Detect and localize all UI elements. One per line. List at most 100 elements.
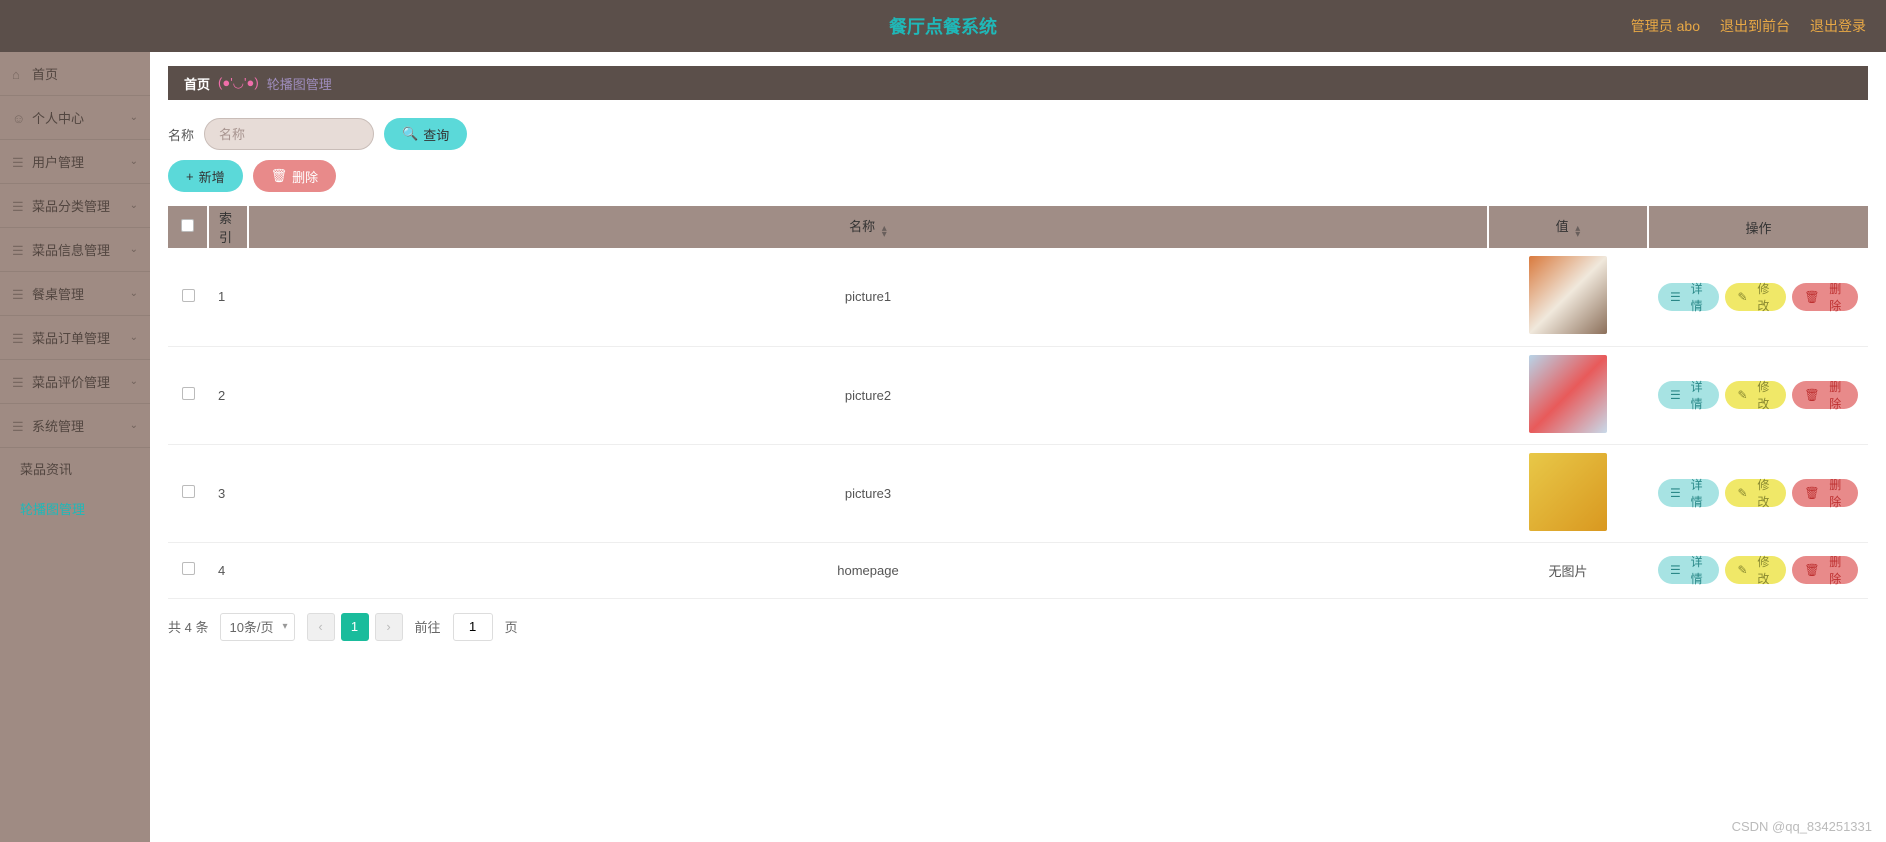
chevron-down-icon: ⌄ <box>130 156 138 167</box>
chevron-down-icon: ⌄ <box>130 288 138 299</box>
edit-button[interactable]: ✎ 修改 <box>1725 556 1786 584</box>
plus-icon: + <box>186 169 194 184</box>
category-icon: ☰ <box>12 199 26 213</box>
sidebar-item-table[interactable]: ☰餐桌管理 ⌄ <box>0 272 150 316</box>
detail-button[interactable]: ☰ 详情 <box>1658 283 1719 311</box>
row-value <box>1488 248 1648 346</box>
breadcrumb-home[interactable]: 首页 <box>184 74 210 93</box>
chevron-down-icon: ⌄ <box>130 244 138 255</box>
breadcrumb: 首页 (●'◡'●) 轮播图管理 <box>168 66 1868 100</box>
col-header-name[interactable]: 名称 ▴▾ <box>248 206 1488 248</box>
edit-icon: ✎ <box>1737 290 1747 304</box>
dish-icon: ☰ <box>12 243 26 257</box>
search-toolbar: 名称 🔍 查询 <box>150 100 1886 160</box>
data-table: 索引 名称 ▴▾ 值 ▴▾ 操作 1 picture1 <box>168 206 1868 599</box>
delete-button[interactable]: 🗑 删除 <box>1792 556 1858 584</box>
delete-button[interactable]: 🗑 删除 <box>1792 381 1858 409</box>
add-button[interactable]: + 新增 <box>168 160 243 192</box>
detail-button[interactable]: ☰ 详情 <box>1658 556 1719 584</box>
sidebar-item-review[interactable]: ☰菜品评价管理 ⌄ <box>0 360 150 404</box>
edit-icon: ✎ <box>1737 563 1747 577</box>
pager: ‹ 1 › <box>307 613 403 641</box>
row-name: homepage <box>248 542 1488 598</box>
row-checkbox[interactable] <box>182 562 195 575</box>
chevron-down-icon: ⌄ <box>130 200 138 211</box>
detail-button[interactable]: ☰ 详情 <box>1658 381 1719 409</box>
main-content: 首页 (●'◡'●) 轮播图管理 名称 🔍 查询 + 新增 🗑 删除 <box>150 52 1886 842</box>
breadcrumb-separator: (●'◡'●) <box>218 75 259 91</box>
sidebar-subitem-news[interactable]: 菜品资讯 <box>0 448 150 488</box>
row-index: 3 <box>208 444 248 542</box>
select-all-checkbox[interactable] <box>181 219 194 232</box>
bulk-delete-button[interactable]: 🗑 删除 <box>253 160 337 192</box>
sidebar-item-system[interactable]: ☰系统管理 ⌄ <box>0 404 150 448</box>
app-title: 餐厅点餐系统 <box>889 13 997 39</box>
sidebar-item-profile[interactable]: ☺个人中心 ⌄ <box>0 96 150 140</box>
search-label: 名称 <box>168 125 194 144</box>
goto-suffix: 页 <box>505 617 518 636</box>
delete-button[interactable]: 🗑 删除 <box>1792 479 1858 507</box>
sidebar-subitem-carousel[interactable]: 轮播图管理 <box>0 488 150 528</box>
logout-link[interactable]: 退出登录 <box>1810 16 1866 36</box>
page-number-button[interactable]: 1 <box>341 613 369 641</box>
sidebar-item-home[interactable]: ⌂首页 <box>0 52 150 96</box>
edit-icon: ✎ <box>1737 486 1747 500</box>
edit-button[interactable]: ✎ 修改 <box>1725 381 1786 409</box>
row-name: picture1 <box>248 248 1488 346</box>
chevron-down-icon: ⌄ <box>130 376 138 387</box>
row-value <box>1488 444 1648 542</box>
exit-front-link[interactable]: 退出到前台 <box>1720 16 1790 36</box>
sidebar-item-order[interactable]: ☰菜品订单管理 ⌄ <box>0 316 150 360</box>
trash-icon: 🗑 <box>1804 290 1819 304</box>
table-row: 1 picture1 ☰ 详情 ✎ 修改 🗑 删除 <box>168 248 1868 346</box>
sidebar: ⌂首页 ☺个人中心 ⌄ ☰用户管理 ⌄ ☰菜品分类管理 ⌄ ☰菜品信息管理 ⌄ … <box>0 52 150 842</box>
sidebar-item-category[interactable]: ☰菜品分类管理 ⌄ <box>0 184 150 228</box>
row-checkbox[interactable] <box>182 289 195 302</box>
detail-icon: ☰ <box>1670 486 1681 500</box>
row-index: 4 <box>208 542 248 598</box>
col-header-check <box>168 206 208 248</box>
goto-page-input[interactable] <box>453 613 493 641</box>
edit-button[interactable]: ✎ 修改 <box>1725 479 1786 507</box>
delete-button[interactable]: 🗑 删除 <box>1792 283 1858 311</box>
search-input[interactable] <box>204 118 374 150</box>
system-icon: ☰ <box>12 419 26 433</box>
watermark: CSDN @qq_834251331 <box>1732 819 1872 834</box>
trash-icon: 🗑 <box>1804 388 1819 402</box>
sort-icon: ▴▾ <box>882 226 887 238</box>
thumbnail-image <box>1529 256 1607 334</box>
review-icon: ☰ <box>12 375 26 389</box>
sidebar-item-dish[interactable]: ☰菜品信息管理 ⌄ <box>0 228 150 272</box>
col-header-value[interactable]: 值 ▴▾ <box>1488 206 1648 248</box>
next-page-button[interactable]: › <box>375 613 403 641</box>
pagesize-select[interactable]: 10条/页 <box>220 613 294 641</box>
detail-icon: ☰ <box>1670 290 1681 304</box>
trash-icon: 🗑 <box>1804 486 1819 500</box>
trash-icon: 🗑 <box>1804 563 1819 577</box>
home-icon: ⌂ <box>12 67 26 81</box>
detail-button[interactable]: ☰ 详情 <box>1658 479 1719 507</box>
row-checkbox[interactable] <box>182 387 195 400</box>
admin-link[interactable]: 管理员 abo <box>1631 16 1700 36</box>
thumbnail-image <box>1529 453 1607 531</box>
edit-icon: ✎ <box>1737 388 1747 402</box>
table-row: 4 homepage 无图片 ☰ 详情 ✎ 修改 🗑 删除 <box>168 542 1868 598</box>
row-index: 1 <box>208 248 248 346</box>
header: 餐厅点餐系统 管理员 abo 退出到前台 退出登录 <box>0 0 1886 52</box>
row-index: 2 <box>208 346 248 444</box>
row-name: picture3 <box>248 444 1488 542</box>
row-value <box>1488 346 1648 444</box>
order-icon: ☰ <box>12 331 26 345</box>
edit-button[interactable]: ✎ 修改 <box>1725 283 1786 311</box>
no-image-text: 无图片 <box>1548 564 1587 579</box>
row-checkbox[interactable] <box>182 485 195 498</box>
breadcrumb-current: 轮播图管理 <box>267 74 332 93</box>
prev-page-button[interactable]: ‹ <box>307 613 335 641</box>
row-value: 无图片 <box>1488 542 1648 598</box>
sidebar-item-users[interactable]: ☰用户管理 ⌄ <box>0 140 150 184</box>
search-button[interactable]: 🔍 查询 <box>384 118 467 150</box>
table-row: 3 picture3 ☰ 详情 ✎ 修改 🗑 删除 <box>168 444 1868 542</box>
detail-icon: ☰ <box>1670 388 1681 402</box>
sort-icon: ▴▾ <box>1575 226 1580 238</box>
table-row: 2 picture2 ☰ 详情 ✎ 修改 🗑 删除 <box>168 346 1868 444</box>
